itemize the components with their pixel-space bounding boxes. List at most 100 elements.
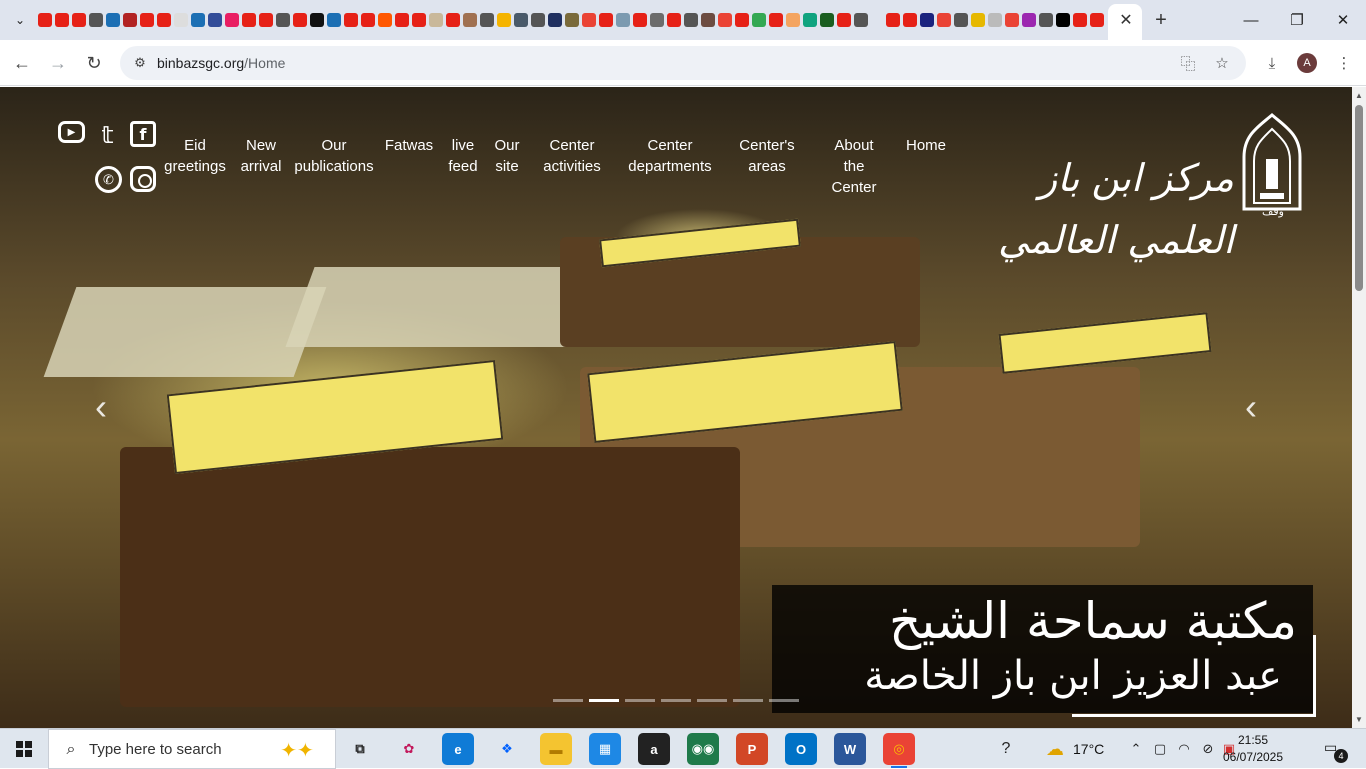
slider-indicator[interactable] [661,699,691,702]
nav-centers-areas[interactable]: Center's areas [736,135,798,177]
slider-next-arrow[interactable]: ‹ [1236,386,1266,427]
weather-icon[interactable]: ☁ [1042,739,1068,759]
pinned-tab-favicon[interactable] [361,13,375,27]
new-tab-button[interactable]: + [1150,8,1172,32]
minimize-button[interactable]: — [1228,6,1274,34]
slider-indicator[interactable] [589,699,619,702]
pinned-tab-favicon[interactable] [582,13,596,27]
clock-date[interactable]: 06/07/2025 [1218,750,1288,764]
profile-avatar[interactable]: A [1297,53,1317,73]
pinned-tab-favicon[interactable] [633,13,647,27]
nav-our-site[interactable]: Our site [490,135,524,177]
pinned-tab-favicon[interactable] [886,13,900,27]
pinned-tab-favicon[interactable] [599,13,613,27]
clock-time[interactable]: 21:55 [1223,733,1283,747]
pinned-tab-favicon[interactable] [971,13,985,27]
pinned-tab-favicon[interactable] [616,13,630,27]
pinned-tab-favicon[interactable] [548,13,562,27]
taskbar-app-dropbox-icon[interactable]: ❖ [491,733,523,765]
pinned-tab-favicon[interactable] [463,13,477,27]
pinned-tab-favicon[interactable] [259,13,273,27]
taskbar-app-amazon-icon[interactable]: a [638,733,670,765]
taskbar-app-word-icon[interactable]: W [834,733,866,765]
pinned-tab-favicon[interactable] [310,13,324,27]
pinned-tab-favicon[interactable] [1005,13,1019,27]
pinned-tab-favicon[interactable] [480,13,494,27]
pinned-tab-favicon[interactable] [701,13,715,27]
pinned-tab-favicon[interactable] [903,13,917,27]
weather-temperature[interactable]: 17°C [1073,741,1104,757]
pinned-tab-favicon[interactable] [718,13,732,27]
instagram-icon[interactable] [130,166,156,192]
facebook-icon[interactable]: f [130,121,156,147]
reload-button[interactable]: ↻ [80,49,108,77]
taskbar-app-file-explorer-icon[interactable]: ▬ [540,733,572,765]
pinned-tab-favicon[interactable] [89,13,103,27]
start-button[interactable] [0,729,48,769]
slider-prev-arrow[interactable]: ‹ [86,386,116,427]
help-icon[interactable]: ? [994,739,1018,759]
pinned-tab-favicon[interactable] [242,13,256,27]
search-highlight-icon[interactable]: ✦✦ [267,736,327,764]
pinned-tab-favicon[interactable] [38,13,52,27]
pinned-tab-favicon[interactable] [429,13,443,27]
pinned-tab-favicon[interactable] [565,13,579,27]
logo-emblem-icon[interactable] [1240,113,1304,211]
pinned-tab-favicon[interactable] [412,13,426,27]
pinned-tab-favicon[interactable] [786,13,800,27]
nav-about-the-center[interactable]: About the Center [826,135,882,198]
pinned-tab-favicon[interactable] [735,13,749,27]
taskbar-app-outlook-icon[interactable]: O [785,733,817,765]
url-text[interactable]: binbazsgc.org/Home [157,55,285,71]
maximize-button[interactable]: ❐ [1274,6,1320,34]
nav-eid-greetings[interactable]: Eid greetings [163,135,227,177]
twitter-icon[interactable]: 𝕥 [93,121,122,149]
pinned-tab-favicon[interactable] [803,13,817,27]
scroll-up-icon[interactable]: ▲ [1354,89,1364,101]
pinned-tab-favicon[interactable] [752,13,766,27]
nav-new-arrival[interactable]: New arrival [236,135,286,177]
pinned-tab-favicon[interactable] [1073,13,1087,27]
pinned-tab-favicon[interactable] [854,13,868,27]
pinned-tab-favicon[interactable] [344,13,358,27]
pinned-tab-favicon[interactable] [937,13,951,27]
usb-device-icon[interactable]: ▢ [1150,739,1170,759]
taskbar-app-tripadvisor-icon[interactable]: ◉◉ [687,733,719,765]
pinned-tab-favicon[interactable] [1039,13,1053,27]
nav-home[interactable]: Home [904,135,948,156]
pinned-tab-favicon[interactable] [988,13,1002,27]
nav-center-activities[interactable]: Center activities [540,135,604,177]
pinned-tab-favicon[interactable] [378,13,392,27]
slider-indicator[interactable] [769,699,799,702]
taskbar-app-powerpoint-icon[interactable]: P [736,733,768,765]
pinned-tab-favicon[interactable] [920,13,934,27]
chevron-up-icon[interactable]: ⌃ [1126,739,1146,759]
pinned-tab-favicon[interactable] [327,13,341,27]
logo-wordmark[interactable]: مركز ابن باز العلمي العالمي [968,147,1234,262]
pinned-tab-favicon[interactable] [55,13,69,27]
tab-close-button[interactable]: ✕ [1116,8,1136,32]
pinned-tab-favicon[interactable] [650,13,664,27]
pinned-tab-favicon[interactable] [140,13,154,27]
pinned-tab-favicon[interactable] [820,13,834,27]
pinned-tab-favicon[interactable] [276,13,290,27]
star-icon[interactable]: ☆ [1212,53,1232,73]
pinned-tab-favicon[interactable] [514,13,528,27]
pinned-tab-favicon[interactable] [174,13,188,27]
translate-icon[interactable]: ⿻ [1178,53,1198,73]
pinned-tab-favicon[interactable] [446,13,460,27]
pinned-tab-favicon[interactable] [208,13,222,27]
pinned-tab-favicon[interactable] [72,13,86,27]
scroll-thumb[interactable] [1355,105,1363,291]
nav-live-feed[interactable]: live feed [444,135,482,177]
pinned-tab-favicon[interactable] [395,13,409,27]
pinned-tab-favicon[interactable] [497,13,511,27]
pinned-tab-favicon[interactable] [106,13,120,27]
pinned-tab-favicon[interactable] [954,13,968,27]
pinned-tab-favicon[interactable] [531,13,545,27]
taskbar-app-copilot-icon[interactable]: ✿ [393,733,425,765]
site-info-icon[interactable]: ⚙ [130,53,150,73]
pinned-tab-favicon[interactable] [157,13,171,27]
pinned-tab-favicon[interactable] [837,13,851,27]
wifi-icon[interactable]: ◠ [1174,739,1194,759]
